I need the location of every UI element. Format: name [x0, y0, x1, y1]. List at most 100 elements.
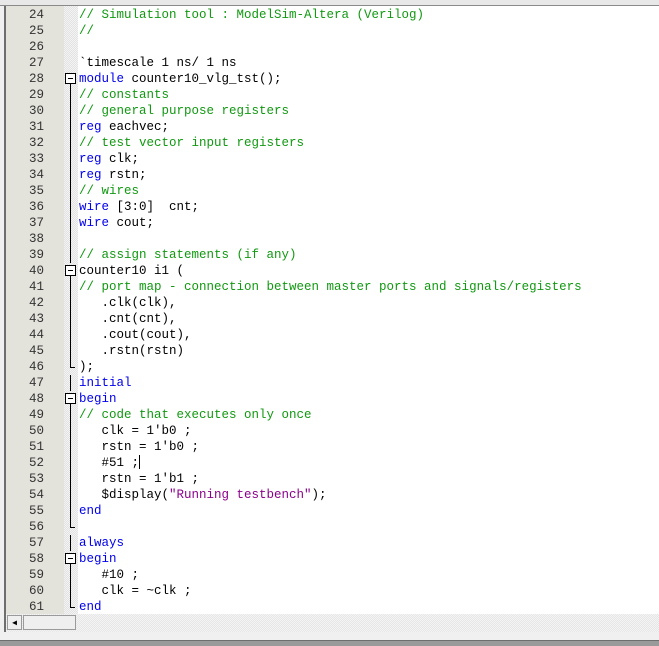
code-text[interactable]: module counter10_vlg_tst();: [79, 71, 282, 87]
code-line[interactable]: 24 // Simulation tool : ModelSim-Altera (…: [6, 7, 659, 23]
fold-collapse-icon[interactable]: [65, 263, 76, 279]
fold-collapse-icon[interactable]: [65, 391, 76, 407]
code-text[interactable]: clk = 1'b0 ;: [79, 423, 192, 439]
code-line[interactable]: 30 // general purpose registers: [6, 103, 659, 119]
line-number: 43: [28, 312, 44, 326]
code-text[interactable]: .rstn(rstn): [79, 343, 185, 359]
code-line[interactable]: 41 // port map - connection between maste…: [6, 279, 659, 295]
code-line[interactable]: 38: [6, 231, 659, 247]
fold-guide-line: [65, 87, 76, 103]
code-text[interactable]: reg eachvec;: [79, 119, 169, 135]
code-line[interactable]: 46);: [6, 359, 659, 375]
code-line[interactable]: 53 rstn = 1'b1 ;: [6, 471, 659, 487]
code-text[interactable]: // constants: [79, 87, 169, 103]
code-text[interactable]: end: [79, 503, 102, 519]
code-text[interactable]: begin: [79, 551, 117, 567]
code-line[interactable]: 36 wire [3:0] cnt;: [6, 199, 659, 215]
code-line[interactable]: 39 // assign statements (if any): [6, 247, 659, 263]
scrollbar-thumb[interactable]: [23, 615, 76, 630]
code-line[interactable]: 40 counter10 i1 (: [6, 263, 659, 279]
code-text[interactable]: // general purpose registers: [79, 103, 289, 119]
line-number: 41: [28, 280, 44, 294]
code-line[interactable]: 42 .clk(clk),: [6, 295, 659, 311]
code-text[interactable]: #51 ;: [79, 455, 141, 471]
fold-guide-line: [65, 151, 76, 167]
code-text[interactable]: begin: [79, 391, 117, 407]
scroll-left-button[interactable]: ◀: [7, 615, 22, 630]
code-text[interactable]: `timescale 1 ns/ 1 ns: [79, 55, 237, 71]
code-line[interactable]: 43 .cnt(cnt),: [6, 311, 659, 327]
code-line[interactable]: 35 // wires: [6, 183, 659, 199]
code-text[interactable]: .cout(cout),: [79, 327, 192, 343]
code-text[interactable]: // port map - connection between master …: [79, 279, 582, 295]
code-text[interactable]: //: [79, 23, 94, 39]
fold-guide-line: [65, 471, 76, 487]
comment-token: // port map - connection between master …: [79, 280, 582, 294]
status-strip: [0, 632, 659, 640]
code-line[interactable]: 54 $display("Running testbench");: [6, 487, 659, 503]
code-text[interactable]: .cnt(cnt),: [79, 311, 177, 327]
code-line[interactable]: 49 // code that executes only once: [6, 407, 659, 423]
code-line[interactable]: 31 reg eachvec;: [6, 119, 659, 135]
code-text[interactable]: $display("Running testbench");: [79, 487, 327, 503]
line-number: 38: [28, 232, 44, 246]
code-text[interactable]: // wires: [79, 183, 139, 199]
text-token: .rstn(rstn): [79, 344, 185, 358]
code-text[interactable]: end: [79, 599, 102, 614]
code-text[interactable]: always: [79, 535, 124, 551]
code-text[interactable]: counter10 i1 (: [79, 263, 184, 279]
code-text[interactable]: // test vector input registers: [79, 135, 304, 151]
code-line[interactable]: 60 clk = ~clk ;: [6, 583, 659, 599]
line-number: 60: [28, 584, 44, 598]
fold-guide-line: [65, 135, 76, 151]
code-line[interactable]: 27 `timescale 1 ns/ 1 ns: [6, 55, 659, 71]
code-line[interactable]: 61 end: [6, 599, 659, 614]
code-text[interactable]: // assign statements (if any): [79, 247, 297, 263]
code-line[interactable]: 57 always: [6, 535, 659, 551]
code-line[interactable]: 26: [6, 39, 659, 55]
code-text[interactable]: reg rstn;: [79, 167, 147, 183]
code-line[interactable]: 32 // test vector input registers: [6, 135, 659, 151]
code-text[interactable]: reg clk;: [79, 151, 139, 167]
code-line[interactable]: 52 #51 ;: [6, 455, 659, 471]
code-editor[interactable]: 24 // Simulation tool : ModelSim-Altera (…: [4, 6, 659, 614]
code-line[interactable]: 33 reg clk;: [6, 151, 659, 167]
code-line[interactable]: 29 // constants: [6, 87, 659, 103]
code-line[interactable]: 37 wire cout;: [6, 215, 659, 231]
code-line[interactable]: 45 .rstn(rstn): [6, 343, 659, 359]
code-line[interactable]: 56: [6, 519, 659, 535]
code-line[interactable]: 51 rstn = 1'b0 ;: [6, 439, 659, 455]
comment-token: // constants: [79, 88, 170, 102]
code-text[interactable]: rstn = 1'b0 ;: [79, 439, 200, 455]
code-line[interactable]: 59 #10 ;: [6, 567, 659, 583]
code-text[interactable]: initial: [79, 375, 132, 391]
code-text[interactable]: );: [79, 359, 94, 375]
code-line[interactable]: 47 initial: [6, 375, 659, 391]
code-text[interactable]: .clk(clk),: [79, 295, 177, 311]
comment-token: // Simulation tool : ModelSim-Altera (Ve…: [79, 8, 425, 22]
code-line[interactable]: 44 .cout(cout),: [6, 327, 659, 343]
code-text[interactable]: wire cout;: [79, 215, 154, 231]
code-text[interactable]: clk = ~clk ;: [79, 583, 192, 599]
code-text[interactable]: #10 ;: [79, 567, 140, 583]
code-line[interactable]: 34 reg rstn;: [6, 167, 659, 183]
horizontal-scrollbar[interactable]: ◀: [4, 614, 659, 632]
code-line[interactable]: 50 clk = 1'b0 ;: [6, 423, 659, 439]
code-text[interactable]: // Simulation tool : ModelSim-Altera (Ve…: [79, 7, 424, 23]
code-line[interactable]: 48 begin: [6, 391, 659, 407]
text-token: .cnt(cnt),: [79, 312, 177, 326]
string-token: "Running testbench": [169, 488, 312, 502]
code-text[interactable]: // code that executes only once: [79, 407, 312, 423]
fold-guide-line: [65, 295, 76, 311]
fold-collapse-icon[interactable]: [65, 551, 76, 567]
code-line[interactable]: 25 //: [6, 23, 659, 39]
code-text[interactable]: wire [3:0] cnt;: [79, 199, 199, 215]
keyword-token: module: [79, 72, 125, 86]
code-line[interactable]: 58 begin: [6, 551, 659, 567]
code-lines[interactable]: 24 // Simulation tool : ModelSim-Altera (…: [6, 7, 659, 614]
code-line[interactable]: 28 module counter10_vlg_tst();: [6, 71, 659, 87]
code-text[interactable]: rstn = 1'b1 ;: [79, 471, 200, 487]
code-line[interactable]: 55 end: [6, 503, 659, 519]
fold-collapse-icon[interactable]: [65, 71, 76, 87]
keyword-token: end: [79, 600, 102, 614]
